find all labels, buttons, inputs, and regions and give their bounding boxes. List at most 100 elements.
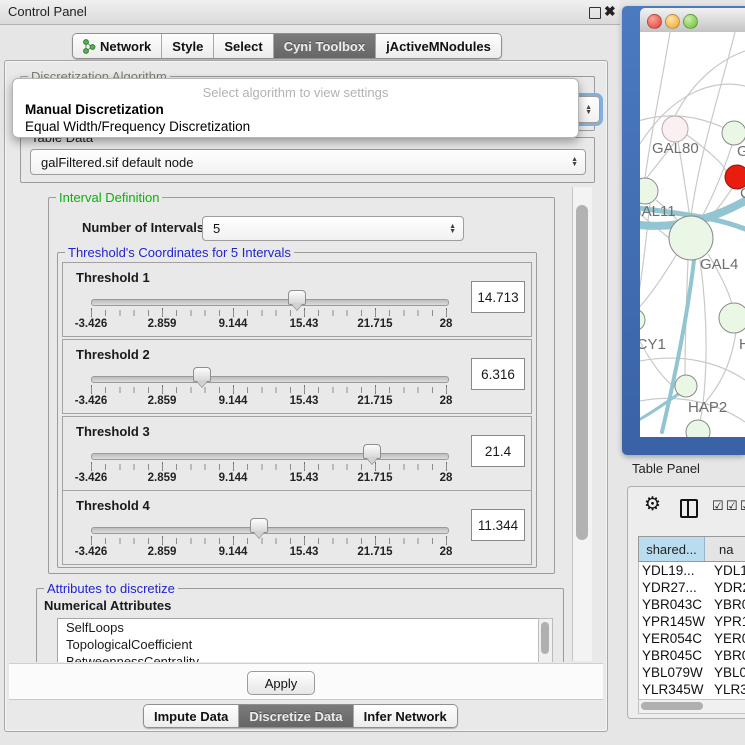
table-row[interactable]: YPR145WYPR1: [639, 613, 745, 630]
table-cell: YBR0: [705, 648, 745, 663]
tick-label: 2.859: [148, 472, 177, 484]
threshold-4-slider-track[interactable]: [91, 527, 449, 534]
threshold-3-slider-thumb[interactable]: [363, 444, 381, 459]
tick-label: 2.859: [148, 318, 177, 330]
threshold-3-value[interactable]: 21.4: [471, 435, 525, 467]
node-gal4[interactable]: [669, 216, 713, 260]
popup-option-manual-discretization[interactable]: Manual Discretization: [25, 102, 164, 117]
minimize-traffic-light-icon[interactable]: [665, 14, 680, 29]
popup-option-equal-width-frequency[interactable]: Equal Width/Frequency Discretization: [25, 119, 250, 134]
threshold-1-slider-track[interactable]: [91, 299, 449, 306]
numerical-attributes-heading: Numerical Attributes: [44, 598, 171, 613]
num-intervals-label: Number of Intervals: [82, 220, 204, 235]
threshold-2-slider-thumb[interactable]: [193, 367, 211, 382]
table-row[interactable]: YBL079WYBL0: [639, 664, 745, 681]
apply-button[interactable]: Apply: [247, 671, 315, 695]
attributes-group-label: Attributes to discretize: [44, 581, 178, 596]
numerical-attributes-list: SelfLoops TopologicalCoefficient Between…: [57, 618, 540, 662]
top-tab-bar: Network Style Select Cyni Toolbox jActiv…: [72, 33, 502, 59]
node-h[interactable]: [719, 303, 745, 333]
tab-infer-network[interactable]: Infer Network: [354, 705, 457, 727]
table-cell: YDL1: [705, 563, 745, 578]
table-cell: YLR345W: [639, 682, 705, 697]
tab-jactivemnodules[interactable]: jActiveMNodules: [376, 34, 501, 58]
attributes-scrollbar[interactable]: [538, 618, 553, 662]
threshold-2-value[interactable]: 6.316: [471, 358, 525, 390]
tab-label: Infer Network: [364, 709, 447, 724]
threshold-1-slider-thumb[interactable]: [288, 290, 306, 305]
table-horizontal-scrollbar[interactable]: [638, 699, 745, 714]
node-hap2[interactable]: [675, 375, 697, 397]
list-item[interactable]: BetweennessCentrality: [58, 653, 539, 662]
node-bottom-partial[interactable]: [686, 420, 710, 437]
tick-label: -3.426: [75, 395, 108, 407]
network-window-titlebar: [640, 8, 745, 33]
split-table-icon[interactable]: [680, 499, 698, 518]
checkbox-icon[interactable]: ☑: [726, 498, 738, 514]
panel-scrollbar[interactable]: [572, 187, 592, 661]
tick-label: 2.859: [148, 395, 177, 407]
tick-marks: [91, 387, 448, 393]
table-row[interactable]: YLR345WYLR3: [639, 681, 745, 698]
checkbox-icon[interactable]: ☑: [712, 498, 724, 514]
table-row[interactable]: YBR043CYBR0: [639, 596, 745, 613]
table-row[interactable]: YBR045CYBR0: [639, 647, 745, 664]
tick-label: 21.715: [357, 472, 392, 484]
node-label-g-partial: G: [737, 143, 745, 160]
table-row[interactable]: YDR27...YDR2: [639, 579, 745, 596]
tab-cyni-toolbox[interactable]: Cyni Toolbox: [274, 34, 376, 58]
tab-select[interactable]: Select: [214, 34, 273, 58]
tick-label: 28: [440, 472, 453, 484]
table-data-combo[interactable]: galFiltered.sif default node ▲▼: [30, 149, 586, 175]
num-intervals-combo[interactable]: 5 ▲▼: [202, 216, 464, 241]
threshold-2-slider-track[interactable]: [91, 376, 449, 383]
settings-viewport: Interval Definition Number of Intervals …: [12, 186, 572, 662]
stepper-icon: ▲▼: [449, 224, 456, 234]
checkbox-icon[interactable]: ☑: [740, 498, 745, 514]
threshold-4-value[interactable]: 11.344: [471, 509, 525, 541]
tick-label: 15.43: [290, 395, 319, 407]
node-label-hap2: HAP2: [688, 399, 727, 416]
network-window: GAL80 G C GAL11 GAL4 GCY1 H HAP2: [622, 6, 745, 455]
tab-style[interactable]: Style: [162, 34, 214, 58]
table-row[interactable]: YDL19...YDL1: [639, 562, 745, 579]
node-gal80[interactable]: [662, 116, 688, 142]
column-header-shared[interactable]: shared...: [639, 537, 705, 561]
node-partial-g[interactable]: [722, 121, 745, 145]
zoom-traffic-light-icon[interactable]: [683, 14, 698, 29]
node-gal11[interactable]: [640, 178, 658, 204]
tab-label: Impute Data: [154, 709, 228, 724]
scrollbar-thumb[interactable]: [641, 702, 703, 710]
threshold-2-panel: Threshold 2 -3.426 2.859 9.144 15.43 21.…: [62, 339, 532, 414]
scrollbar-thumb[interactable]: [576, 205, 588, 540]
tick-label: 15.43: [290, 318, 319, 330]
tick-marks: [91, 310, 448, 316]
gear-icon[interactable]: ⚙: [644, 493, 661, 516]
column-header-name[interactable]: na: [705, 537, 745, 561]
table-cell: YDR27...: [639, 580, 705, 595]
close-icon[interactable]: ✖: [604, 3, 616, 20]
stepper-icon: ▲▼: [585, 105, 592, 115]
tick-label: 28: [440, 395, 453, 407]
tab-label: jActiveMNodules: [386, 39, 491, 54]
threshold-1-value[interactable]: 14.713: [471, 281, 525, 313]
float-window-icon[interactable]: [589, 7, 601, 19]
tab-discretize-data[interactable]: Discretize Data: [239, 705, 353, 727]
node-gcy1[interactable]: [640, 309, 645, 331]
screen: Control Panel ✖ Network Style Select Cyn…: [0, 0, 745, 745]
tab-label: Select: [224, 39, 262, 54]
tab-network[interactable]: Network: [73, 34, 162, 58]
node-label-gal11: GAL11: [640, 203, 676, 220]
threshold-4-panel: Threshold 4 -3.426 2.859 9.144 15.43 21.…: [62, 490, 532, 565]
list-item[interactable]: SelfLoops: [58, 619, 539, 636]
network-canvas[interactable]: GAL80 G C GAL11 GAL4 GCY1 H HAP2: [640, 32, 745, 437]
list-item[interactable]: TopologicalCoefficient: [58, 636, 539, 653]
threshold-3-slider-track[interactable]: [91, 453, 449, 460]
tick-label: 15.43: [290, 546, 319, 558]
node-table: shared... na YDL19...YDL1YDR27...YDR2YBR…: [638, 536, 745, 699]
tab-impute-data[interactable]: Impute Data: [144, 705, 239, 727]
close-traffic-light-icon[interactable]: [647, 14, 662, 29]
table-cell: YBL0: [705, 665, 745, 680]
threshold-4-slider-thumb[interactable]: [250, 518, 268, 533]
table-row[interactable]: YER054CYER0: [639, 630, 745, 647]
